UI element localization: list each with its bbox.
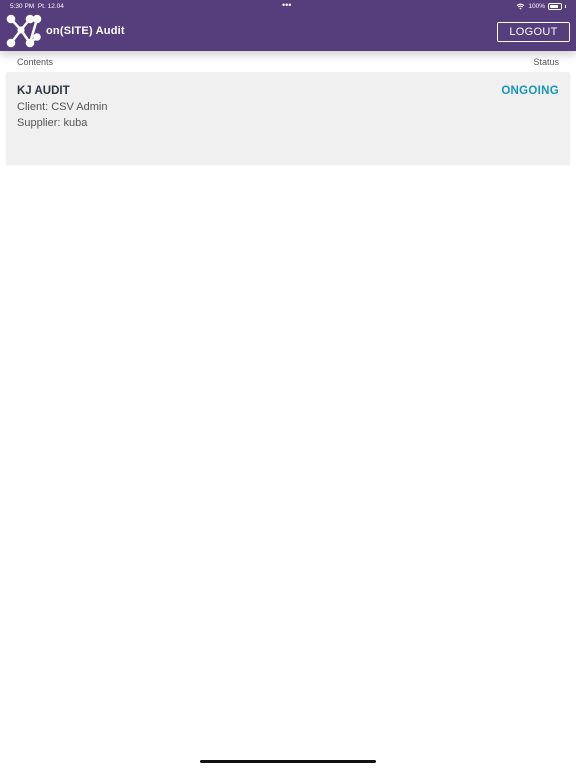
status-column-header: Status — [533, 57, 559, 67]
status-date-text: Pt. 12.04 — [37, 3, 64, 10]
battery-icon — [548, 3, 562, 10]
audit-list-item[interactable]: KJ AUDIT Client: CSV Admin Supplier: kub… — [6, 72, 570, 164]
home-indicator[interactable] — [200, 760, 376, 763]
audit-supplier: Supplier: kuba — [17, 117, 88, 129]
status-time-text: 5:30 PM — [10, 3, 35, 10]
app-logo-icon — [6, 14, 42, 48]
battery-percent: 100% — [528, 3, 545, 10]
audit-title: KJ AUDIT — [17, 85, 70, 97]
multitasking-dots-icon[interactable]: ••• — [282, 0, 291, 10]
status-bar: 5:30 PM Pt. 12.04 ••• 100% — [0, 0, 576, 13]
wifi-icon — [517, 3, 525, 10]
app-header: 5:30 PM Pt. 12.04 ••• 100% on(SITE) Audi… — [0, 0, 576, 51]
contents-column-header: Contents — [17, 57, 54, 67]
audit-status-badge: ONGOING — [501, 85, 559, 97]
logout-button[interactable]: LOGOUT — [497, 22, 570, 42]
status-right: 100% — [516, 3, 566, 10]
audit-client: Client: CSV Admin — [17, 101, 108, 113]
status-time: 5:30 PM Pt. 12.04 — [10, 3, 64, 10]
battery-tip — [565, 5, 566, 8]
app-title: on(SITE) Audit — [46, 25, 125, 37]
